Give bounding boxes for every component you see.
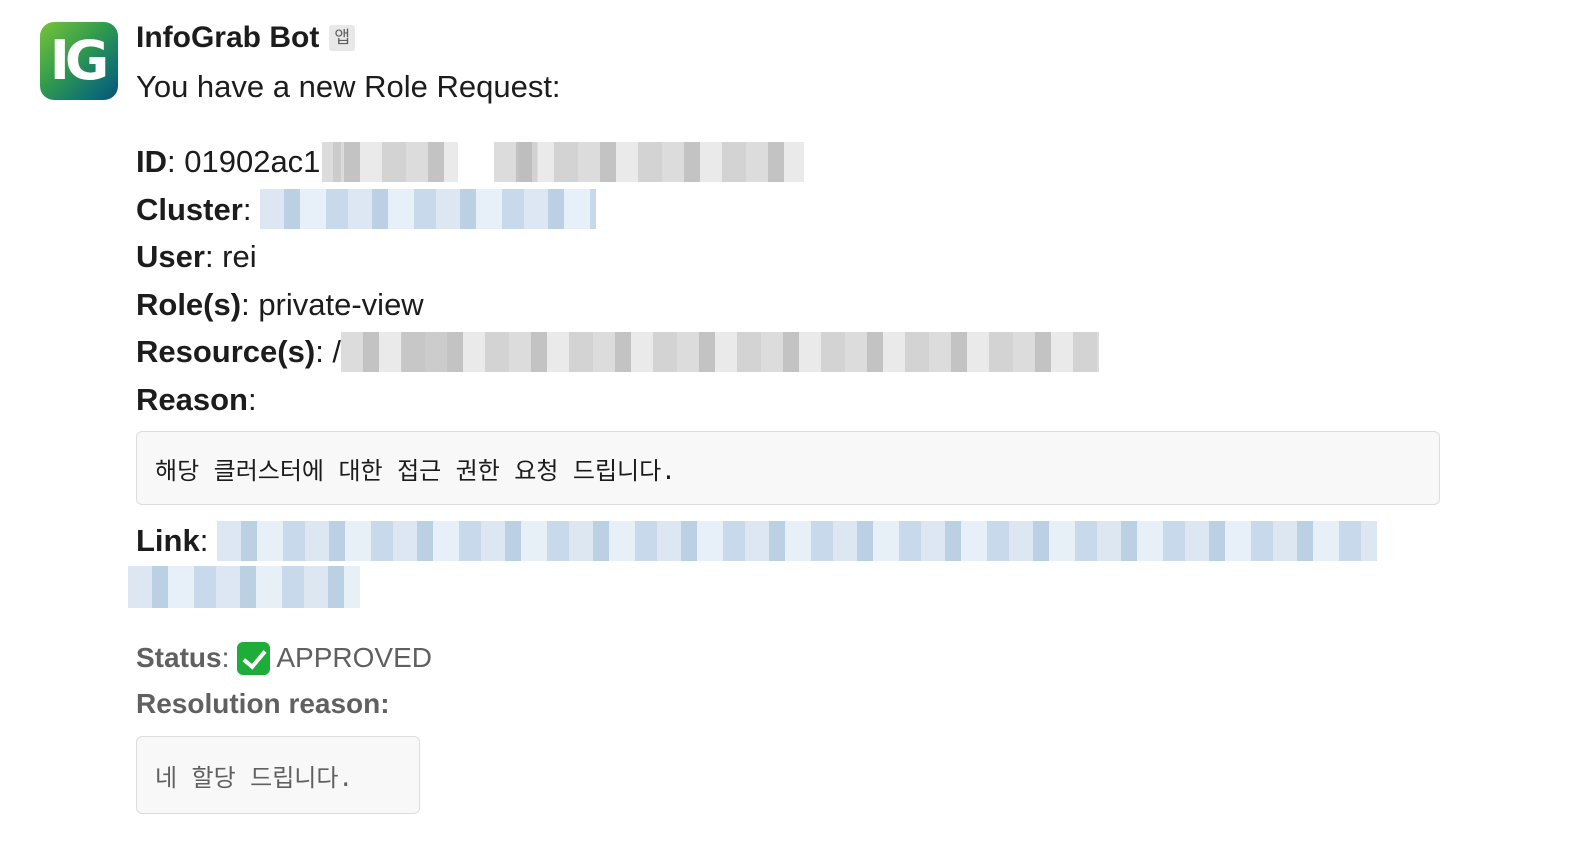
resolution-code-block: 네 할당 드립니다. <box>136 736 420 814</box>
redacted-id-part-1 <box>322 141 459 182</box>
link-label: Link <box>136 523 200 558</box>
request-fields: ID: 01902ac1 Cluster: User: rei Role(s):… <box>136 138 1446 423</box>
field-resources: Resource(s): / <box>136 328 1446 376</box>
reason-text: 해당 클러스터에 대한 접근 권한 요청 드립니다. <box>155 456 676 485</box>
redacted-link-continued[interactable] <box>128 566 360 608</box>
redacted-link[interactable] <box>216 521 1377 561</box>
status-value: APPROVED <box>276 642 432 673</box>
roles-label: Role(s) <box>136 286 242 322</box>
id-label: ID <box>136 144 167 179</box>
resolution-label: Resolution reason: <box>136 688 390 719</box>
status-block: Status: APPROVED Resolution reason: 네 할당… <box>136 636 432 814</box>
status-label: Status <box>136 642 222 673</box>
field-cluster: Cluster: <box>136 186 1446 234</box>
id-value: 01902ac1 <box>184 144 321 179</box>
cluster-label: Cluster <box>136 191 243 227</box>
resources-value: / <box>332 334 342 369</box>
bot-name[interactable]: InfoGrab Bot <box>136 21 319 55</box>
bot-message: IG InfoGrab Bot 앱 You have a new Role Re… <box>0 0 1584 850</box>
app-badge: 앱 <box>329 25 355 51</box>
intro-text: You have a new Role Request: <box>136 69 561 104</box>
redacted-resources <box>341 331 1100 372</box>
resources-label: Resource(s) <box>136 334 316 369</box>
bot-avatar[interactable]: IG <box>40 22 118 100</box>
field-user: User: rei <box>136 233 1446 281</box>
check-mark-icon <box>237 641 271 675</box>
message-content: InfoGrab Bot 앱 You have a new Role Reque… <box>128 18 1446 814</box>
redacted-cluster-link[interactable] <box>260 189 597 230</box>
reason-code-block: 해당 클러스터에 대한 접근 권한 요청 드립니다. <box>136 431 1440 505</box>
avatar-logo-text: IG <box>49 29 109 92</box>
roles-value: private-view <box>258 286 424 322</box>
field-id: ID: 01902ac1 <box>136 138 1446 186</box>
message-header: InfoGrab Bot 앱 <box>136 18 1446 58</box>
user-value: rei <box>222 239 257 274</box>
resolution-text: 네 할당 드립니다. <box>155 763 353 792</box>
user-label: User <box>136 239 205 274</box>
field-roles: Role(s): private-view <box>136 281 1446 329</box>
reason-label: Reason <box>136 381 248 417</box>
status-line: Status: APPROVED <box>136 641 432 675</box>
redacted-id-part-2 <box>494 141 805 182</box>
field-link: Link: <box>136 521 1446 561</box>
field-reason: Reason: <box>136 376 1446 424</box>
